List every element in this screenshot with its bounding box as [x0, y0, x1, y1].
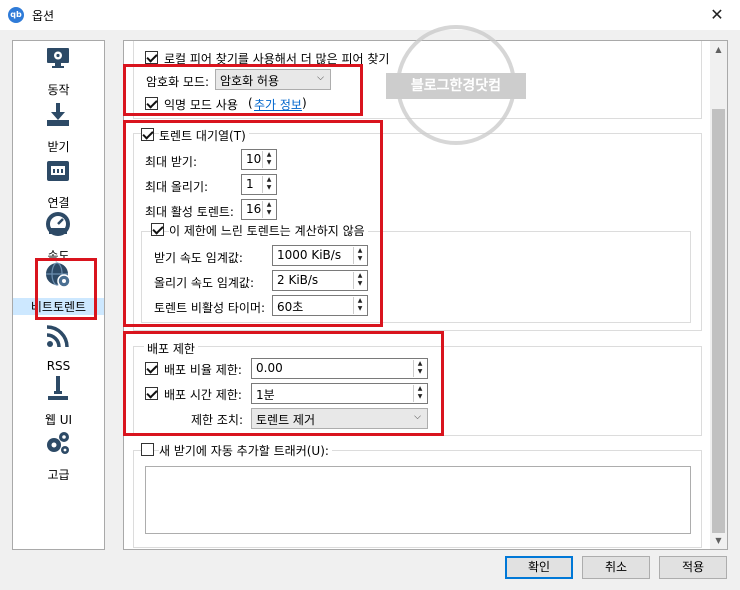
seeding-limits-title: 배포 제한 — [144, 340, 198, 357]
chevron-down-icon: ⌵ — [414, 412, 421, 422]
spin-arrows-icon[interactable]: ▲ ▼ — [413, 385, 426, 402]
spin-arrows-icon[interactable]: ▲ ▼ — [413, 360, 426, 377]
anonymous-mode-checkbox[interactable] — [145, 97, 158, 110]
sidebar-item-bittorrent[interactable]: 비트토렌트 — [13, 262, 104, 322]
sidebar-item-rss[interactable]: RSS — [13, 323, 104, 383]
torrent-queue-title: 토렌트 대기열(T) — [159, 127, 249, 144]
sidebar-item-label: 연결 — [47, 196, 70, 210]
sidebar-item-label: 웹 UI — [44, 413, 73, 427]
sidebar-item-label: 비트토렌트 — [13, 298, 104, 315]
spin-arrows-icon[interactable]: ▲ ▼ — [353, 247, 366, 264]
seeding-time-value: 1분 — [256, 388, 275, 402]
limit-action-label: 제한 조치: — [191, 413, 244, 427]
download-threshold-spinbox[interactable]: 1000 KiB/s ▲ ▼ — [272, 245, 368, 266]
ok-button[interactable]: 확인 — [505, 556, 573, 579]
globe-gear-icon — [46, 262, 71, 288]
max-downloads-spinbox[interactable]: 10 ▲ ▼ — [241, 149, 277, 170]
spin-arrows-icon[interactable]: ▲ ▼ — [262, 151, 275, 168]
seeding-ratio-checkbox[interactable] — [145, 362, 158, 375]
sidebar-item-downloads[interactable]: 받기 — [13, 102, 104, 162]
upload-threshold-label: 올리기 속도 임계값: — [154, 276, 254, 290]
download-threshold-label: 받기 속도 임계값: — [154, 251, 243, 265]
seeding-ratio-spinbox[interactable]: 0.00 ▲ ▼ — [251, 358, 428, 379]
max-active-value: 16 — [246, 202, 262, 216]
sidebar-item-label: RSS — [46, 359, 71, 373]
network-icon — [47, 161, 69, 181]
spin-arrows-icon[interactable]: ▲ ▼ — [353, 297, 366, 314]
sidebar-item-advanced[interactable]: 고급 — [13, 430, 104, 490]
limit-action-value: 토렌트 제거 — [256, 413, 316, 427]
max-downloads-label: 최대 받기: — [145, 155, 198, 169]
watermark-text: 블로그한경닷컴 — [386, 73, 526, 99]
spin-arrows-icon[interactable]: ▲ ▼ — [353, 272, 366, 289]
auto-trackers-label: 새 받기에 자동 추가할 트래커(U): — [159, 442, 332, 459]
sidebar-item-label: 받기 — [47, 140, 70, 154]
max-uploads-spinbox[interactable]: 1 ▲ ▼ — [241, 174, 277, 195]
slow-torrents-label: 이 제한에 느린 토렌트는 계산하지 않음 — [169, 222, 368, 239]
sidebar-item-connection[interactable]: 연결 — [13, 158, 104, 218]
inactive-timer-value: 60초 — [277, 300, 304, 314]
more-info-link[interactable]: 추가 정보 — [254, 96, 302, 113]
chevron-down-icon: ⌵ — [317, 73, 324, 83]
download-icon — [47, 103, 69, 126]
max-uploads-label: 최대 올리기: — [145, 180, 209, 194]
speedometer-icon — [46, 212, 70, 236]
monitor-gear-icon — [47, 48, 69, 68]
encryption-mode-select[interactable]: 암호화 허용 ⌵ — [215, 69, 331, 90]
inactive-timer-label: 토렌트 비활성 타이머: — [154, 301, 266, 315]
title-bar: qb 옵션 ✕ — [0, 0, 740, 30]
upload-threshold-value: 2 KiB/s — [277, 273, 319, 287]
max-downloads-value: 10 — [246, 152, 262, 166]
window-title: 옵션 — [32, 9, 55, 23]
more-info-parenthesis: ( — [248, 96, 253, 110]
cancel-button[interactable]: 취소 — [582, 556, 650, 579]
options-sidebar: 동작 받기 연결 속도 비트토렌트 RSS 웹 UI 고급 — [12, 40, 105, 550]
anonymous-mode-label: 익명 모드 사용 — [164, 98, 238, 112]
slow-torrents-checkbox[interactable] — [151, 223, 164, 236]
sidebar-item-label: 동작 — [47, 83, 70, 97]
inactive-timer-spinbox[interactable]: 60초 ▲ ▼ — [272, 295, 368, 316]
web-ui-icon — [48, 376, 68, 400]
spin-arrows-icon[interactable]: ▲ ▼ — [262, 176, 275, 193]
spin-arrows-icon[interactable]: ▲ ▼ — [262, 201, 275, 218]
seeding-ratio-label: 배포 비율 제한: — [164, 363, 242, 377]
torrent-queue-checkbox[interactable] — [141, 128, 154, 141]
qbittorrent-app-icon: qb — [8, 7, 24, 23]
scroll-up-icon[interactable]: ▲ — [710, 41, 727, 58]
encryption-mode-value: 암호화 허용 — [220, 74, 280, 88]
encryption-mode-label: 암호화 모드: — [146, 75, 210, 89]
max-active-spinbox[interactable]: 16 ▲ ▼ — [241, 199, 277, 220]
seeding-ratio-value: 0.00 — [256, 361, 283, 375]
sidebar-item-webui[interactable]: 웹 UI — [13, 375, 104, 435]
seeding-time-checkbox[interactable] — [145, 387, 158, 400]
auto-trackers-checkbox[interactable] — [141, 443, 154, 456]
vertical-scrollbar[interactable]: ▲ ▼ — [710, 41, 727, 549]
trackers-textarea[interactable] — [145, 466, 691, 534]
download-threshold-value: 1000 KiB/s — [277, 248, 342, 262]
gears-icon — [47, 432, 69, 454]
blog-watermark-seal: 블로그한경닷컴 — [386, 25, 526, 145]
seeding-time-label: 배포 시간 제한: — [164, 388, 242, 402]
local-peer-label: 로컬 피어 찾기를 사용해서 더 많은 피어 찾기 — [164, 52, 390, 66]
sidebar-item-behavior[interactable]: 동작 — [13, 45, 104, 105]
local-peer-checkbox[interactable] — [145, 51, 158, 64]
more-info-parenthesis-close: ) — [302, 96, 307, 110]
max-active-label: 최대 활성 토렌트: — [145, 205, 234, 219]
scroll-down-icon[interactable]: ▼ — [710, 532, 727, 549]
upload-threshold-spinbox[interactable]: 2 KiB/s ▲ ▼ — [272, 270, 368, 291]
rss-icon — [46, 325, 69, 348]
sidebar-item-label: 고급 — [47, 468, 70, 482]
close-button[interactable]: ✕ — [694, 0, 740, 30]
seeding-time-spinbox[interactable]: 1분 ▲ ▼ — [251, 383, 428, 404]
apply-button[interactable]: 적용 — [659, 556, 727, 579]
max-uploads-value: 1 — [246, 177, 254, 191]
scroll-thumb[interactable] — [712, 109, 725, 533]
limit-action-select[interactable]: 토렌트 제거 ⌵ — [251, 408, 428, 429]
